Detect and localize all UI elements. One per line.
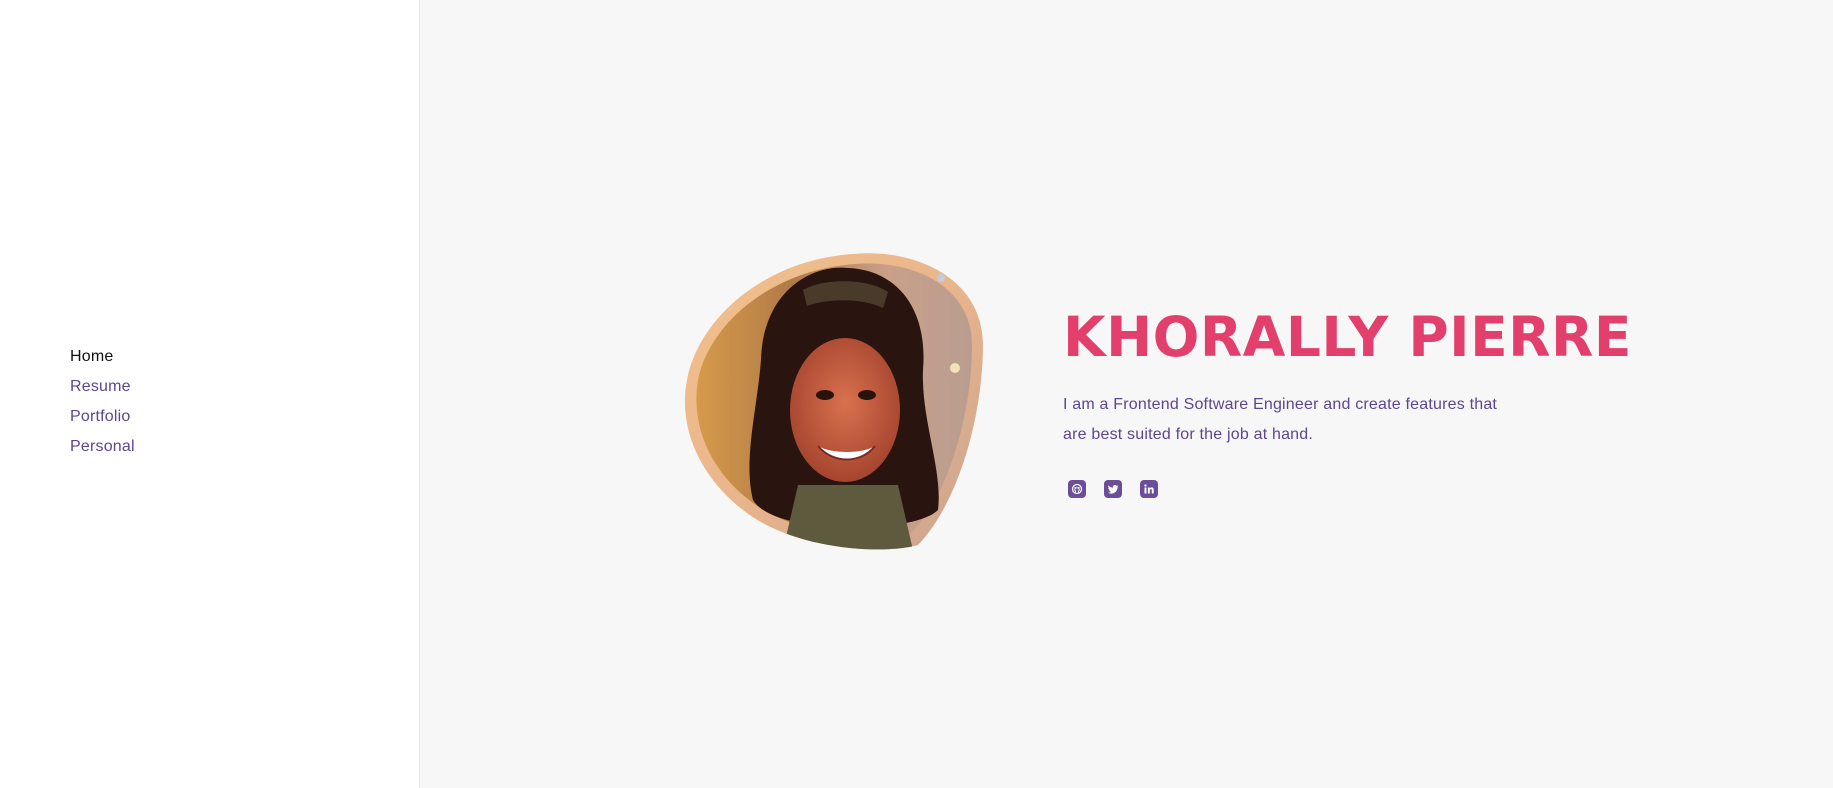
sidebar: Home Resume Portfolio Personal (0, 0, 420, 788)
nav-item-personal[interactable]: Personal (70, 436, 135, 466)
github-icon[interactable] (1068, 480, 1086, 498)
linkedin-icon[interactable] (1140, 480, 1158, 498)
nav-item-resume[interactable]: Resume (70, 376, 135, 406)
hero-bio: I am a Frontend Software Engineer and cr… (1063, 396, 1498, 443)
nav-item-portfolio[interactable]: Portfolio (70, 406, 135, 436)
twitter-icon[interactable] (1104, 480, 1122, 498)
sidebar-nav: Home Resume Portfolio Personal (70, 346, 135, 466)
hero-name: KHORALLY PIERRE (1063, 305, 1632, 369)
nav-item-home[interactable]: Home (70, 346, 135, 376)
social-links (1068, 480, 1158, 498)
main-content: KHORALLY PIERRE I am a Frontend Software… (420, 0, 1833, 788)
profile-photo-blob (684, 253, 983, 550)
profile-photo (683, 250, 985, 552)
